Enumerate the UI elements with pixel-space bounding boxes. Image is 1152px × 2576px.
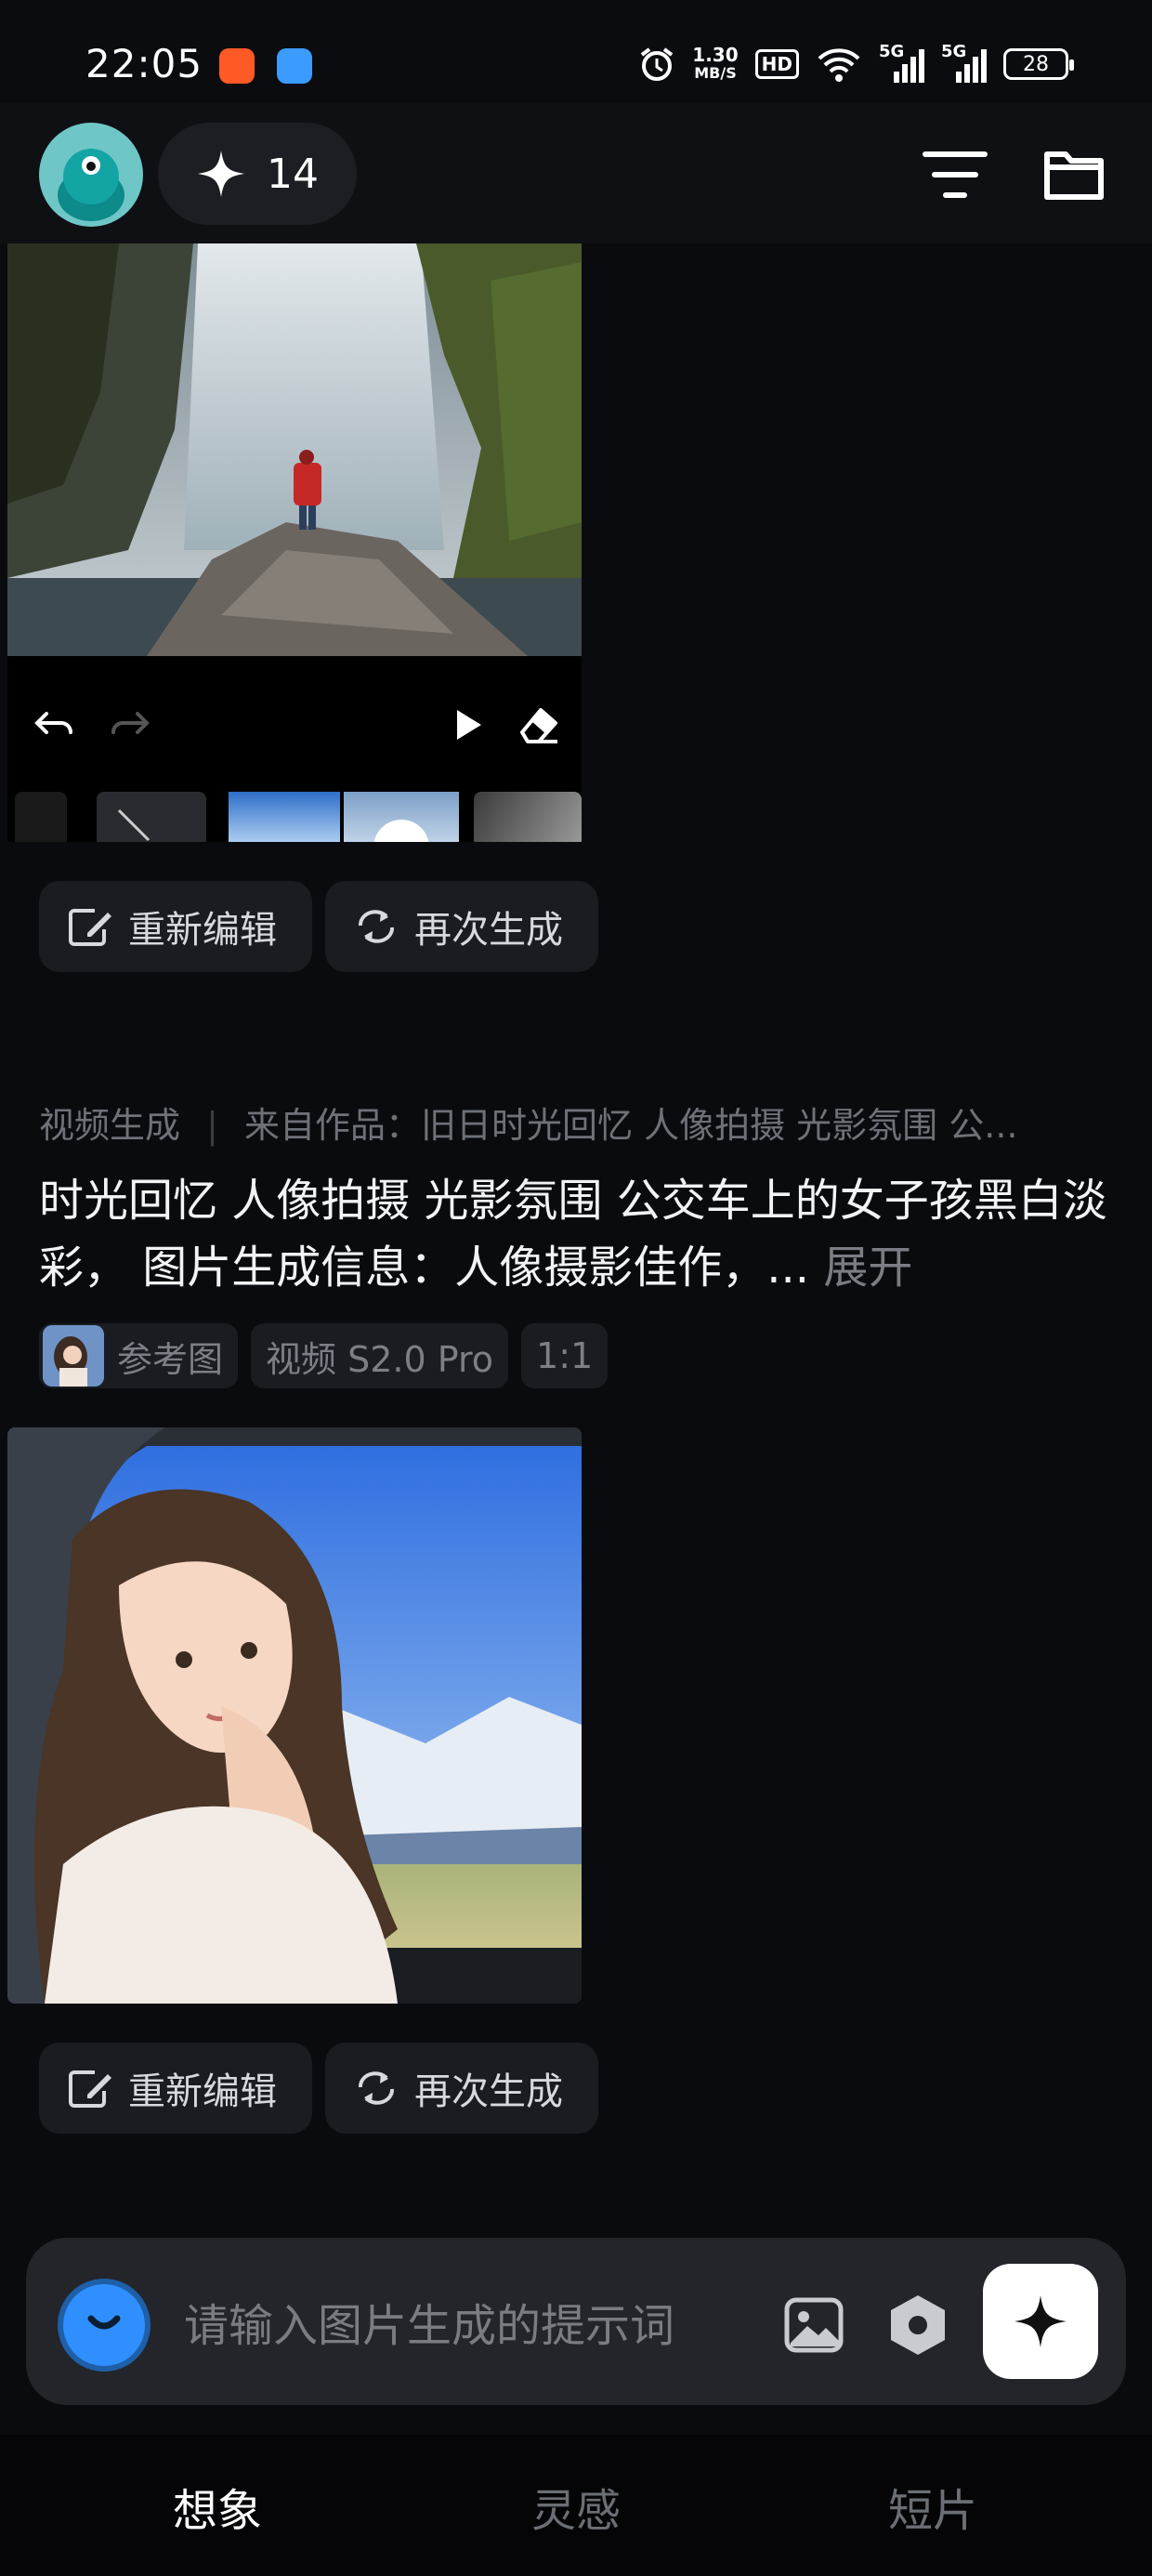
tab-shorts[interactable]: 短片 (793, 2474, 1072, 2539)
undo-icon[interactable] (33, 706, 76, 743)
prompt-body: 时光回忆 人像拍摄 光影氛围 公交车上的女子孩黑白淡彩， 图片生成信息：人像摄影… (39, 1175, 1107, 1294)
reedit-button[interactable]: 重新编辑 (39, 2043, 312, 2134)
credits-count: 14 (267, 150, 319, 198)
image-editor-toolbar (7, 656, 582, 842)
tab-imagine[interactable]: 想象 (78, 2474, 357, 2539)
settings-hex-icon[interactable] (881, 2288, 955, 2362)
source-work[interactable]: 来自作品：旧日时光回忆 人像拍摄 光影氛围 公... (244, 1105, 1017, 1146)
thumbnail[interactable] (229, 792, 340, 842)
divider: | (206, 1105, 218, 1146)
net-speed: 1.30 MB/S (692, 44, 739, 82)
signal-icon: 5G (941, 42, 987, 83)
generated-image-waterfall[interactable] (7, 243, 582, 656)
tab-inspiration[interactable]: 灵感 (437, 2474, 715, 2539)
generation-type: 视频生成 (39, 1105, 181, 1146)
app-notification-icon (277, 48, 312, 84)
battery-level: 28 (1023, 52, 1049, 76)
app-notification-icon (219, 48, 255, 84)
reference-thumbnail (43, 1325, 104, 1387)
alarm-icon (641, 47, 674, 81)
sparkle-icon (198, 151, 244, 197)
regenerate-label: 再次生成 (414, 2070, 563, 2113)
redo-icon[interactable] (108, 706, 151, 743)
reedit-label: 重新编辑 (128, 909, 277, 952)
regenerate-button[interactable]: 再次生成 (325, 2043, 598, 2134)
refresh-icon (359, 2071, 394, 2105)
prompt-text: 时光回忆 人像拍摄 光影氛围 公交车上的女子孩黑白淡彩， 图片生成信息：人像摄影… (39, 1167, 1126, 1301)
reference-image-tag[interactable]: 参考图 (39, 1323, 239, 1388)
thumbnail[interactable] (15, 792, 67, 842)
reedit-label: 重新编辑 (128, 2070, 277, 2113)
chevron-down-icon (87, 2315, 121, 2330)
thumbnail[interactable] (344, 792, 459, 842)
expand-link[interactable]: 展开 (823, 1242, 912, 1294)
generation-meta: 视频生成 | 来自作品：旧日时光回忆 人像拍摄 光影氛围 公... (39, 1097, 1117, 1148)
thumbnail[interactable] (474, 792, 582, 842)
hd-icon: HD (754, 49, 799, 79)
reedit-button[interactable]: 重新编辑 (39, 881, 312, 972)
folder-icon[interactable] (1039, 139, 1109, 210)
avatar[interactable] (39, 123, 143, 227)
eraser-icon[interactable] (517, 703, 561, 745)
regenerate-button[interactable]: 再次生成 (325, 881, 598, 972)
refresh-icon (359, 910, 394, 943)
credits-button[interactable]: 14 (158, 123, 357, 225)
edit-icon (69, 2070, 111, 2108)
collapse-button[interactable] (63, 2284, 145, 2366)
filter-icon[interactable] (920, 139, 990, 210)
generate-button[interactable] (983, 2264, 1098, 2379)
ratio-tag: 1:1 (521, 1323, 609, 1388)
thumbnail[interactable] (97, 792, 206, 842)
regenerate-label: 再次生成 (414, 909, 563, 952)
reference-label: 参考图 (117, 1338, 224, 1380)
edit-icon (69, 909, 111, 946)
model-tag: 视频 S2.0 Pro (251, 1323, 509, 1388)
battery-icon: 28 (1003, 48, 1074, 80)
image-icon[interactable] (777, 2288, 851, 2362)
wifi-icon (818, 48, 860, 82)
play-icon[interactable] (452, 706, 485, 743)
signal-icon: 5G (879, 42, 924, 83)
prompt-input[interactable] (182, 2288, 743, 2364)
generated-image-girl-window[interactable] (7, 1427, 582, 2004)
generation-tags: 参考图 视频 S2.0 Pro 1:1 (39, 1323, 609, 1388)
status-indicators: 1.30 MB/S HD 5G 5G 28 (638, 42, 1074, 85)
sparkle-icon (1015, 2295, 1067, 2347)
status-time: 22:05 (85, 41, 203, 86)
thumbnail-strip (7, 792, 582, 842)
